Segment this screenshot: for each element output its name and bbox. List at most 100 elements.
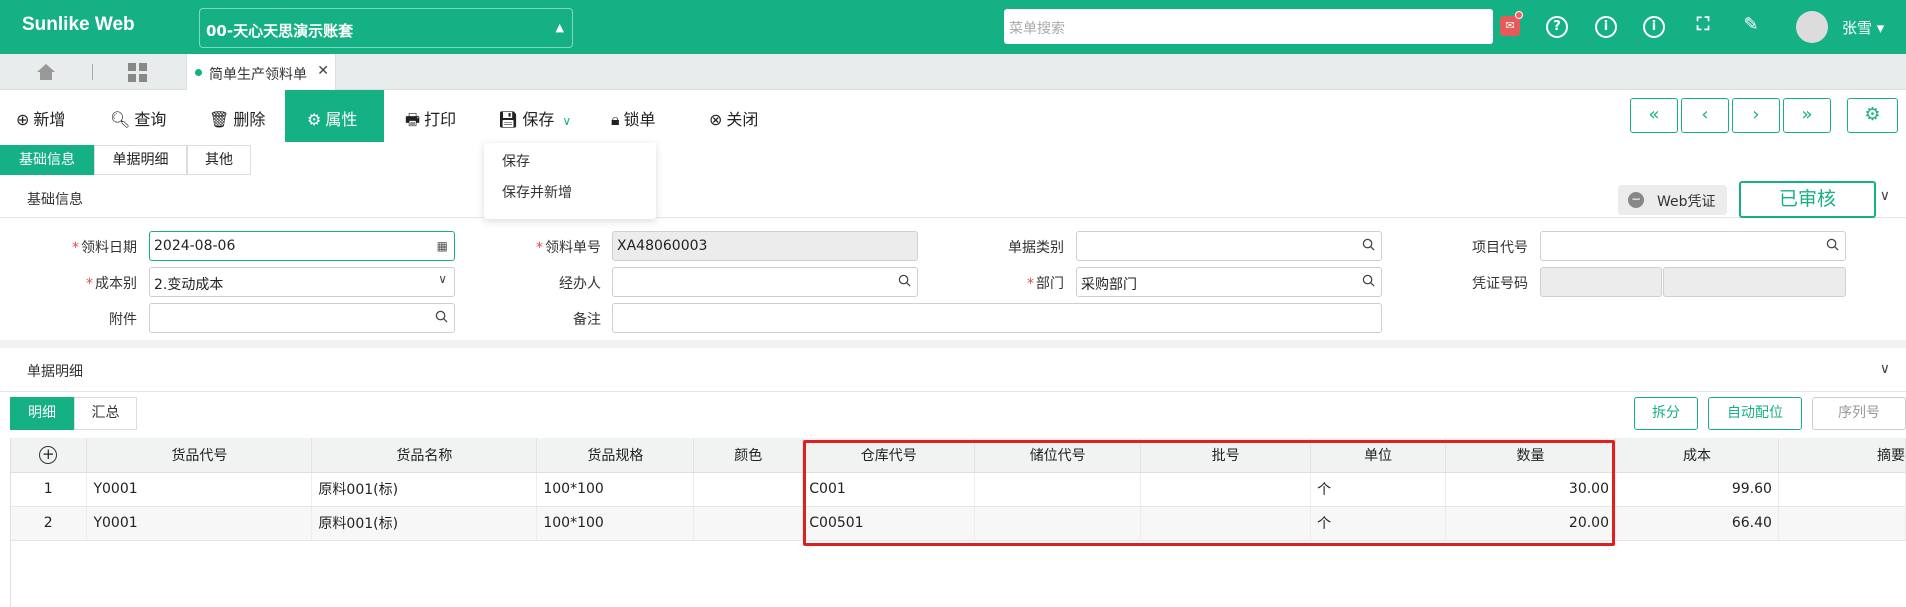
cell-memo[interactable]	[1778, 472, 1906, 507]
cell-spec[interactable]: 100*100	[536, 472, 695, 507]
cell-cost[interactable]: 66.40	[1615, 506, 1779, 541]
cost-type-select[interactable]: 2.变动成本 ∨	[149, 267, 455, 297]
row-number: 1	[10, 472, 88, 507]
avatar[interactable]	[1796, 11, 1828, 43]
serial-number-button[interactable]: 序列号	[1812, 397, 1906, 430]
project-field[interactable]	[1540, 231, 1846, 261]
cell-cost[interactable]: 99.60	[1615, 472, 1779, 507]
save-button[interactable]: 💾︎ 保存 ∨	[498, 90, 571, 142]
add-button[interactable]: ⊕ 新增	[16, 90, 65, 142]
tab-document-detail[interactable]: 单据明细	[94, 145, 187, 175]
table-row[interactable]: 2 Y0001 原料001(标) 100*100 C00501 个 20.00 …	[10, 506, 1906, 541]
attachment-field[interactable]	[149, 303, 455, 333]
about-icon[interactable]: i	[1643, 16, 1665, 38]
cell-color[interactable]	[693, 506, 804, 541]
col-header[interactable]: 货品代号	[86, 438, 313, 473]
dept-field[interactable]: 采购部门	[1076, 267, 1382, 297]
add-row-icon[interactable]: +	[10, 438, 88, 473]
cell-location[interactable]	[974, 472, 1142, 507]
first-record-button[interactable]: «	[1630, 98, 1678, 133]
col-header[interactable]: 仓库代号	[802, 438, 976, 473]
query-button[interactable]: 🔍︎ 查询	[110, 90, 166, 142]
search-icon[interactable]	[898, 274, 911, 287]
web-voucher-button[interactable]: − Web凭证	[1618, 185, 1727, 215]
calendar-icon[interactable]: ▦	[437, 239, 448, 253]
notification-icon[interactable]: ✉	[1500, 16, 1520, 36]
col-header[interactable]: 颜色	[693, 438, 804, 473]
delete-button[interactable]: 🗑︎ 删除	[209, 90, 265, 142]
properties-button[interactable]: ⚙ 属性	[285, 90, 384, 142]
info-icon[interactable]: i	[1595, 16, 1617, 38]
tab-other[interactable]: 其他	[187, 145, 251, 175]
col-header[interactable]: 成本	[1615, 438, 1779, 473]
search-icon[interactable]	[435, 310, 448, 323]
gear-icon: ⚙	[1864, 104, 1881, 125]
cell-batch[interactable]	[1140, 472, 1312, 507]
help-icon[interactable]: ?	[1546, 16, 1568, 38]
tab-basic-info[interactable]: 基础信息	[0, 145, 94, 175]
menu-item-save-and-new[interactable]: 保存并新增	[484, 174, 656, 205]
col-header[interactable]: 摘要	[1778, 438, 1906, 473]
apps-grid-icon[interactable]	[128, 63, 148, 83]
account-selector[interactable]: 00-天心天思演示账套 ▲	[199, 8, 573, 48]
cell-spec[interactable]: 100*100	[536, 506, 695, 541]
search-icon[interactable]	[1362, 274, 1375, 287]
col-header[interactable]: 货品规格	[536, 438, 695, 473]
cell-memo[interactable]	[1778, 506, 1906, 541]
col-header[interactable]: 储位代号	[974, 438, 1142, 473]
doc-type-field[interactable]	[1076, 231, 1382, 261]
close-icon[interactable]: ✕	[317, 63, 329, 79]
divider	[92, 64, 93, 80]
col-header[interactable]: 批号	[1140, 438, 1312, 473]
doc-type-label: 单据类别	[1008, 240, 1064, 256]
cell-warehouse[interactable]: C001	[802, 472, 976, 507]
cell-name[interactable]: 原料001(标)	[311, 472, 538, 507]
cell-unit[interactable]: 个	[1310, 506, 1447, 541]
brand-logo[interactable]: Sunlike Web	[22, 14, 135, 36]
settings-button[interactable]: ⚙	[1847, 98, 1898, 133]
cell-location[interactable]	[974, 506, 1142, 541]
cell-code[interactable]: Y0001	[86, 472, 313, 507]
cell-batch[interactable]	[1140, 506, 1312, 541]
detail-section-header[interactable]: 单据明细 ∨	[0, 349, 1906, 392]
date-field[interactable]: 2024-08-06 ▦	[149, 231, 455, 261]
cell-unit[interactable]: 个	[1310, 472, 1447, 507]
chevron-down-icon[interactable]: ∨	[562, 114, 571, 128]
chevron-down-icon[interactable]: ∨	[1880, 188, 1890, 204]
dept-label: * 部门	[1027, 276, 1064, 292]
prev-record-button[interactable]: ‹	[1681, 98, 1729, 133]
search-icon[interactable]	[1826, 238, 1839, 251]
clear-cache-icon[interactable]: ✎	[1740, 16, 1762, 38]
table-row[interactable]: 1 Y0001 原料001(标) 100*100 C001 个 30.00 99…	[10, 472, 1906, 507]
handler-field[interactable]	[612, 267, 918, 297]
chevron-down-icon[interactable]: ∨	[438, 272, 447, 286]
col-header[interactable]: 数量	[1445, 438, 1616, 473]
lock-button[interactable]: 🔒︎ 锁单	[611, 90, 656, 142]
tab-detail-list[interactable]: 明细	[10, 397, 74, 430]
user-name[interactable]: 张雪 ▾	[1842, 17, 1884, 38]
close-button[interactable]: ⊗ 关闭	[709, 90, 758, 142]
section-title: 单据明细	[27, 364, 83, 380]
col-header[interactable]: 单位	[1310, 438, 1447, 473]
cell-code[interactable]: Y0001	[86, 506, 313, 541]
split-button[interactable]: 拆分	[1634, 397, 1698, 430]
search-icon[interactable]	[1362, 238, 1375, 251]
tab-summary[interactable]: 汇总	[74, 397, 137, 430]
cell-name[interactable]: 原料001(标)	[311, 506, 538, 541]
chevron-down-icon[interactable]: ∨	[1880, 361, 1890, 377]
cell-warehouse[interactable]: C00501	[802, 506, 976, 541]
menu-item-save[interactable]: 保存	[484, 143, 656, 174]
remark-field[interactable]	[612, 303, 1382, 333]
cell-qty[interactable]: 20.00	[1445, 506, 1616, 541]
col-header[interactable]: 货品名称	[311, 438, 538, 473]
menu-search-input[interactable]: 菜单搜索	[1004, 9, 1493, 44]
next-record-button[interactable]: ›	[1732, 98, 1780, 133]
last-record-button[interactable]: »	[1783, 98, 1831, 133]
cell-color[interactable]	[693, 472, 804, 507]
print-button[interactable]: 🖶︎ 打印	[405, 90, 456, 142]
home-icon[interactable]	[36, 63, 56, 81]
fullscreen-icon[interactable]: ⛶	[1692, 16, 1714, 38]
cell-qty[interactable]: 30.00	[1445, 472, 1616, 507]
tab-production-requisition[interactable]: 简单生产领料单 ✕	[186, 54, 336, 90]
auto-assign-button[interactable]: 自动配位	[1708, 397, 1802, 430]
